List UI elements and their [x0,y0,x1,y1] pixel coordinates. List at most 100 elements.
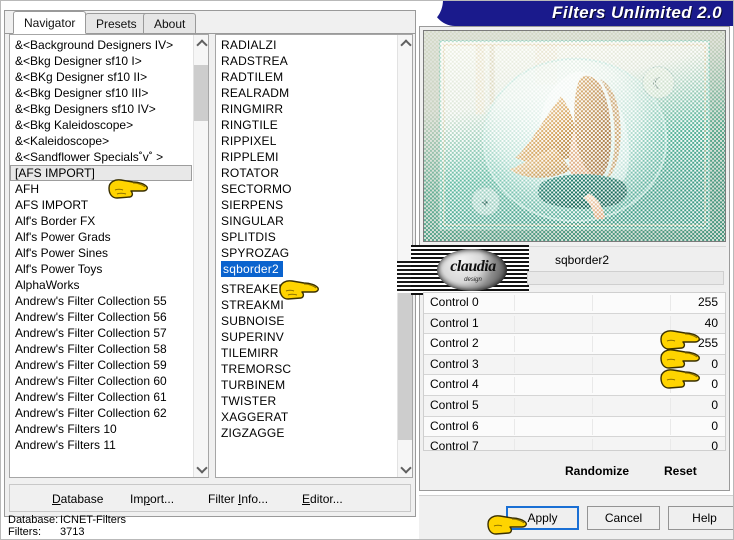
controls-table[interactable]: Control 0 255 Control 1 40 Control 2 255 Contr… [423,292,726,451]
randomize-button[interactable]: Randomize [565,464,629,478]
control-slider-tick [592,336,593,353]
help-button[interactable]: Help [668,506,734,530]
category-list-item[interactable]: AFS IMPORT [10,197,192,213]
filter-list-item[interactable]: TURBINEM [216,377,396,393]
category-scroll-thumb[interactable] [194,65,208,121]
apply-button[interactable]: Apply [506,506,579,530]
category-list-item[interactable]: &<Bkg Designers sf10 IV> [10,101,192,117]
category-list-item[interactable]: Alf's Power Toys [10,261,192,277]
status-filters-label: Filters: [8,526,41,538]
control-row[interactable]: Control 2 255 [424,334,725,355]
filter-list-item[interactable]: SUBNOISE [216,313,396,329]
filter-list-scrollbar[interactable] [397,35,412,477]
filter-list-item[interactable]: ROTATOR [216,165,396,181]
control-slider-tick [514,336,515,353]
filter-list[interactable]: RADIALZI RADSTREA RADTILEM REALRADM RINGMIRR… [215,34,413,478]
filter-list-item[interactable]: STREAKER [216,281,396,297]
filter-list-item[interactable]: ZIGZAGGE [216,425,396,441]
category-list-item[interactable]: &<Background Designers IV> [10,37,192,53]
filter-list-item[interactable]: SPLITDIS [216,229,396,245]
category-list-item[interactable]: &<Bkg Kaleidoscope> [10,117,192,133]
filter-scroll-up-icon[interactable] [398,35,412,51]
filter-list-item[interactable]: SECTORMO [216,181,396,197]
editor-button[interactable]: Editor... [302,490,343,508]
controls-action-bar: Randomize Reset [423,460,726,486]
filter-list-item[interactable]: SUPERINV [216,329,396,345]
control-slider-tick [514,295,515,311]
category-list-item[interactable]: Andrew's Filter Collection 58 [10,341,192,357]
filter-list-item-selected[interactable]: sqborder2 [221,261,283,277]
control-slider-tick [592,295,593,311]
tab-navigator[interactable]: Navigator [13,11,87,34]
category-list-item[interactable]: Andrew's Filters 10 [10,421,192,437]
control-row[interactable]: Control 6 0 [424,416,725,438]
category-list-item[interactable]: Andrew's Filter Collection 57 [10,325,192,341]
control-row[interactable]: Control 7 0 [424,437,725,451]
tab-presets[interactable]: Presets [85,13,148,33]
filter-list-item[interactable]: RADIALZI [216,37,396,53]
category-list-item[interactable]: Alf's Power Grads [10,229,192,245]
category-list-item[interactable]: Andrew's Filter Collection 59 [10,357,192,373]
category-list-scrollbar[interactable] [193,35,208,477]
category-list-item[interactable]: Andrew's Filter Collection 61 [10,389,192,405]
filter-list-item[interactable]: STREAKMI [216,297,396,313]
tab-about[interactable]: About [143,13,197,33]
cancel-button[interactable]: Cancel [587,506,660,530]
control-row[interactable]: Control 1 40 [424,313,725,335]
filter-info-button[interactable]: Filter Info... [208,490,268,508]
control-row[interactable]: Control 3 0 [424,354,725,376]
category-list-item[interactable]: &<BKg Designer sf10 II> [10,69,192,85]
category-list-item[interactable]: Alf's Power Sines [10,245,192,261]
filter-scroll-down-icon[interactable] [398,461,412,477]
import-button[interactable]: Import... [130,490,174,508]
control-label: Control 3 [430,356,479,371]
control-value: 0 [711,377,718,392]
filter-list-item[interactable]: TILEMIRR [216,345,396,361]
control-value: 255 [697,295,718,309]
filter-list-item[interactable]: TWISTER [216,393,396,409]
filter-list-item[interactable]: SIERPENS [216,197,396,213]
category-list-item[interactable]: &<Bkg Designer sf10 III> [10,85,192,101]
filter-list-item[interactable]: RADSTREA [216,53,396,69]
category-list-item[interactable]: Andrew's Filter Collection 55 [10,293,192,309]
control-row[interactable]: Control 5 0 [424,395,725,417]
filter-list-item[interactable]: REALRADM [216,85,396,101]
filter-list-item[interactable]: XAGGERAT [216,409,396,425]
control-value: 40 [704,315,718,330]
category-list[interactable]: &<Background Designers IV> &<Bkg Designer… [9,34,209,478]
control-value: 255 [697,336,718,351]
category-scroll-up-icon[interactable] [194,35,208,51]
filter-list-item[interactable]: TREMORSC [216,361,396,377]
category-list-item[interactable]: AlphaWorks [10,277,192,293]
filter-list-item[interactable]: RADTILEM [216,69,396,85]
filter-list-item[interactable]: RINGMIRR [216,101,396,117]
control-row[interactable]: Control 4 0 [424,375,725,396]
category-list-item-highlighted[interactable]: [AFS IMPORT] [10,165,192,181]
category-list-item[interactable]: Andrew's Filters 11 [10,437,192,453]
category-list-item[interactable]: Andrew's Filter Collection 56 [10,309,192,325]
filter-preview[interactable]: ☾ ✦ [423,30,726,242]
category-list-item[interactable]: Andrew's Filter Collection 60 [10,373,192,389]
category-list-item[interactable]: Andrew's Filter Collection 62 [10,405,192,421]
category-list-item[interactable]: &<Kaleidoscope> [10,133,192,149]
reset-button[interactable]: Reset [664,464,697,478]
filter-list-item[interactable]: SPYROZAG [216,245,396,261]
category-list-item[interactable]: &<Sandflower Specials˚v˚ > [10,149,192,165]
control-slider-tick [592,377,593,394]
category-scroll-down-icon[interactable] [194,461,208,477]
filter-list-item[interactable]: SINGULAR [216,213,396,229]
filter-list-item[interactable]: RINGTILE [216,117,396,133]
filter-scroll-thumb[interactable] [398,290,412,440]
category-list-item[interactable]: AFH [10,181,192,197]
control-value: 0 [711,356,718,371]
database-button[interactable]: Database [52,490,103,508]
control-slider-tick [670,439,671,450]
filter-list-item[interactable]: RIPPIXEL [216,133,396,149]
filter-name-row: claudia design sqborder2 [411,245,726,295]
category-list-item[interactable]: &<Bkg Designer sf10 I> [10,53,192,69]
control-value: 0 [711,439,718,451]
category-list-item[interactable]: Alf's Border FX [10,213,192,229]
control-row[interactable]: Control 0 255 [424,293,725,314]
filter-list-item[interactable]: RIPPLEMI [216,149,396,165]
dialog-button-bar: Apply Cancel Help [419,495,734,540]
